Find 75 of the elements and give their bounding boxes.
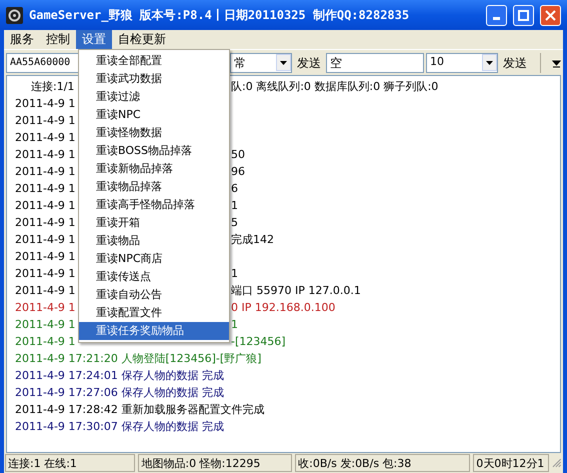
log-line: 2011-4-9 17:27:06 保存人物的数据 完成 — [15, 386, 224, 400]
close-icon — [545, 10, 556, 20]
log-line: 2011-4-9 1 — [15, 318, 76, 332]
log-line: -[123456] — [231, 334, 286, 350]
menu-item[interactable]: 重读高手怪物品掉落 — [79, 196, 229, 214]
menu-item[interactable]: 重读新物品掉落 — [79, 160, 229, 178]
log-line: 2011-4-9 1 — [15, 216, 76, 230]
log-line: 2011-4-9 1 — [15, 301, 76, 314]
log-line: 2011-4-9 1 — [15, 335, 76, 348]
dropdown-button[interactable] — [276, 54, 291, 71]
text-field[interactable]: 空 — [326, 52, 424, 72]
log-line: 2011-4-9 1 — [15, 97, 76, 110]
menu-item[interactable]: 重读开箱 — [79, 214, 229, 232]
log-line: 2011-4-9 17:24:01 保存人物的数据 完成 — [15, 369, 224, 382]
log-line: 50 — [231, 147, 245, 164]
log-line: 2011-4-9 1 — [15, 165, 76, 178]
menu-item[interactable]: 服务 — [4, 30, 40, 49]
menu-item[interactable]: 重读全部配置 — [79, 52, 229, 70]
status-panel: 连接:1 在线:1 — [5, 454, 136, 472]
menu-item[interactable]: 控制 — [40, 30, 76, 49]
menu-item[interactable]: 重读物品掉落 — [79, 178, 229, 196]
menu-item[interactable]: 重读怪物数据 — [79, 124, 229, 142]
log-line: 0 IP 192.168.0.100 — [231, 300, 336, 316]
log-line: 1 — [231, 198, 238, 214]
menu-item[interactable]: 重读武功数据 — [79, 70, 229, 88]
menu-item[interactable]: 重读物品 — [79, 232, 229, 250]
status-panel: 收:0B/s 发:0B/s 包:38 — [295, 454, 470, 472]
menu-item[interactable]: 设置 — [76, 30, 112, 49]
log-line: 2011-4-9 1 — [15, 131, 76, 144]
log-line: 连接:1/1 — [31, 80, 74, 94]
resize-grip-icon[interactable] — [552, 458, 562, 468]
window-title: GameServer_野狼 版本号:P8.4丨日期20110325 制作QQ:8282835 — [29, 7, 410, 24]
close-button[interactable] — [540, 4, 561, 26]
maximize-button[interactable] — [513, 4, 534, 26]
log-line: 96 — [231, 164, 245, 180]
log-line: 2011-4-9 17:21:20 人物登陆[123456]-[野广狼] — [15, 352, 262, 366]
status-panel: 地图物品:0 怪物:12295 — [138, 454, 292, 472]
menu-item[interactable]: 重读配置文件 — [79, 304, 229, 322]
combo-box[interactable]: 常 — [230, 52, 292, 72]
menu-item[interactable]: 重读过滤 — [79, 88, 229, 106]
log-line: 5 — [231, 215, 238, 232]
maximize-icon — [518, 10, 529, 20]
dropdown-button[interactable] — [482, 54, 497, 71]
log-line: 1 — [231, 317, 238, 334]
menu-item[interactable]: 重读自动公告 — [79, 286, 229, 304]
menu-item[interactable]: 重读BOSS物品掉落 — [79, 142, 229, 160]
log-line: 2011-4-9 1 — [15, 250, 76, 264]
log-line: 2011-4-9 1 — [15, 199, 76, 212]
log-line: 2011-4-9 1 — [15, 267, 76, 280]
log-line: 2011-4-9 1 — [15, 233, 76, 246]
send-button[interactable]: 发送 — [500, 52, 530, 72]
log-line: 1 — [231, 266, 238, 282]
combo-box[interactable]: 10 — [426, 52, 498, 72]
minimize-button[interactable] — [486, 4, 507, 26]
menu-item[interactable]: 重读NPC — [79, 106, 229, 124]
log-line: 6 — [231, 181, 238, 198]
menu-item[interactable]: 重读传送点 — [79, 268, 229, 286]
gear-icon — [6, 6, 23, 24]
menu-item[interactable]: 重读NPC商店 — [79, 250, 229, 268]
down-arrow-icon — [280, 60, 287, 64]
log-line: 2011-4-9 17:28:42 重新加载服务器配置文件完成 — [15, 403, 264, 416]
log-line: 端口 55970 IP 127.0.0.1 — [231, 283, 361, 300]
menu-item[interactable]: 自检更新 — [112, 30, 172, 49]
log-line: 2011-4-9 1 — [15, 114, 76, 128]
log-line: 2011-4-9 1 — [15, 148, 76, 162]
log-line: 完成142 — [231, 232, 274, 248]
status-panel: 0天0时12分1 — [473, 454, 550, 472]
log-line: 2011-4-9 1 — [15, 182, 76, 196]
log-line: 队:0 离线队列:0 数据库队列:0 狮子列队:0 — [231, 79, 438, 96]
menu-item[interactable]: 重读任务奖励物品 — [79, 322, 229, 340]
log-line: 2011-4-9 1 — [15, 284, 76, 298]
minimize-icon — [493, 17, 500, 20]
log-line: 2011-4-9 17:30:07 保存人物的数据 完成 — [15, 420, 224, 434]
down-arrow-icon — [486, 60, 493, 64]
send-button[interactable]: 发送 — [294, 52, 324, 72]
